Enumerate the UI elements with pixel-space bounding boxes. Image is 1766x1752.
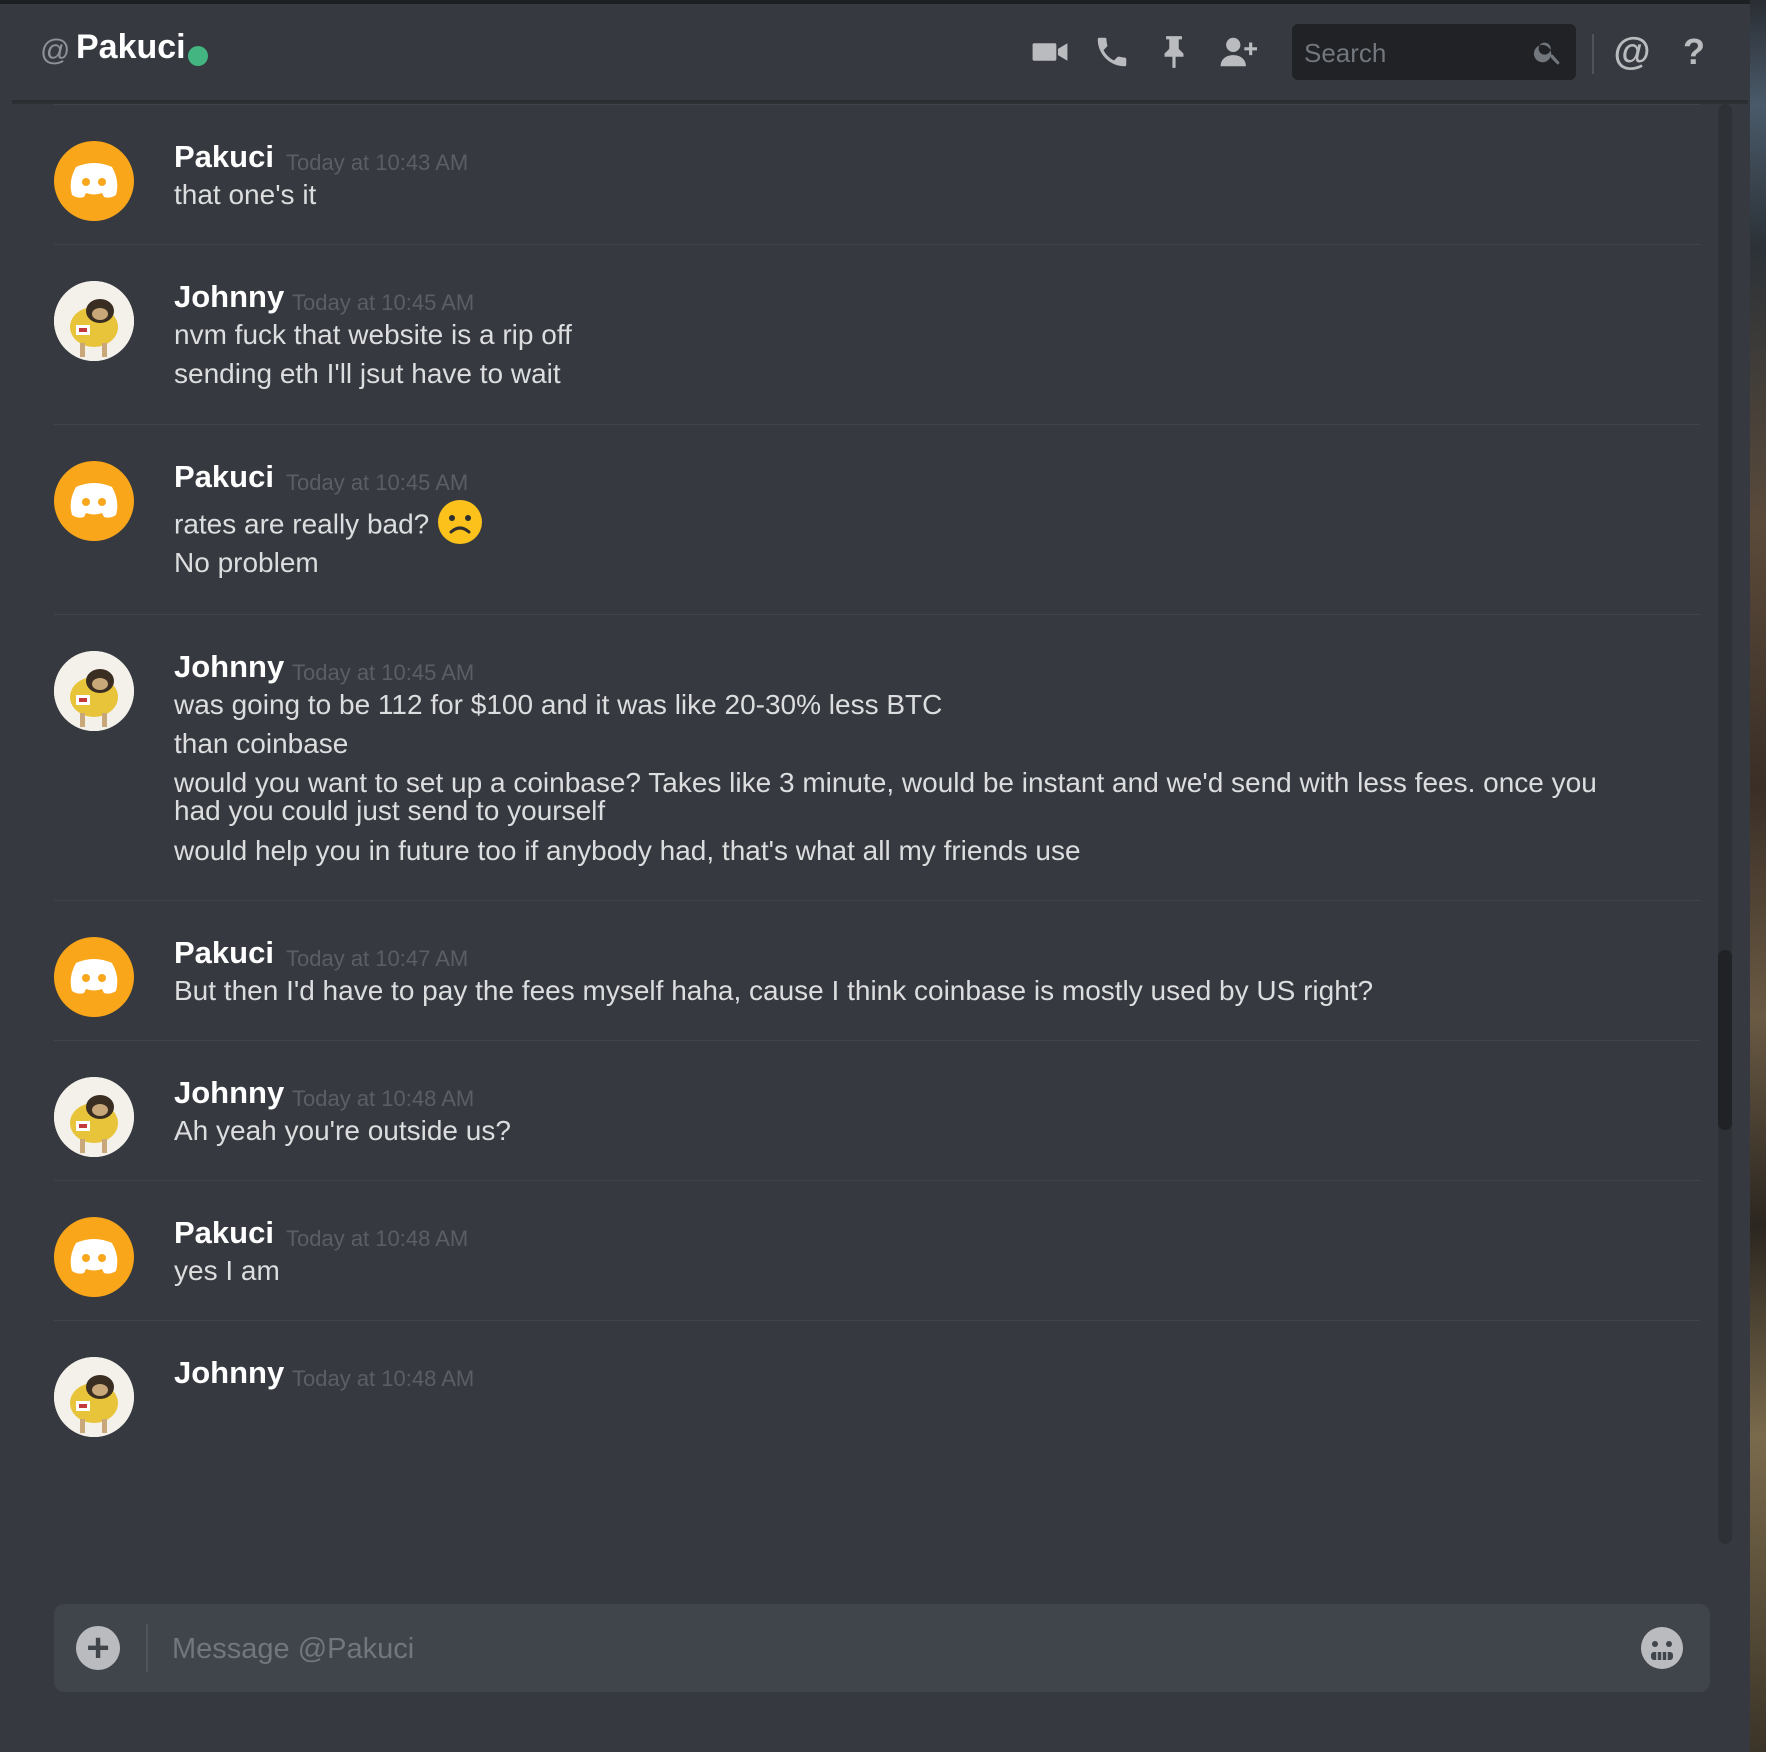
message-text: was going to be 112 for $100 and it was …: [174, 689, 943, 720]
pug-photo-icon: [54, 1077, 134, 1157]
channel-header: @ Pakuci @ ?: [12, 4, 1748, 102]
message-author[interactable]: Johnny: [174, 1355, 284, 1391]
pug-photo-icon: [54, 1357, 134, 1437]
pug-photo-icon: [54, 651, 134, 731]
avatar[interactable]: [54, 1217, 134, 1297]
avatar[interactable]: [54, 937, 134, 1017]
message-author[interactable]: Pakuci: [174, 459, 274, 495]
avatar[interactable]: [54, 281, 134, 361]
message-text: nvm fuck that website is a rip off: [174, 319, 572, 350]
message-text: sending eth I'll jsut have to wait: [174, 358, 561, 389]
scrollbar-thumb[interactable]: [1718, 950, 1732, 1130]
frowning-face-icon[interactable]: [437, 499, 483, 545]
pug-photo-icon: [54, 281, 134, 361]
message-text: that one's it: [174, 179, 317, 210]
search-bar[interactable]: [1292, 24, 1576, 80]
message-input[interactable]: [170, 1622, 1614, 1676]
online-status-indicator: [188, 46, 208, 66]
scrollbar-track[interactable]: [1718, 104, 1732, 1544]
message-text: Ah yeah you're outside us?: [174, 1115, 511, 1146]
voice-call-icon[interactable]: [1092, 32, 1132, 72]
avatar[interactable]: [54, 651, 134, 731]
message-timestamp: Today at 10:45 AM: [292, 290, 475, 315]
message-author[interactable]: Johnny: [174, 1075, 284, 1111]
message-timestamp: Today at 10:48 AM: [292, 1366, 475, 1391]
discord-logo-icon: [70, 1239, 118, 1274]
attach-file-button[interactable]: +: [76, 1626, 120, 1670]
message-author[interactable]: Johnny: [174, 279, 284, 315]
avatar[interactable]: [54, 1357, 134, 1437]
discord-logo-icon: [70, 163, 118, 198]
message-timestamp: Today at 10:47 AM: [286, 946, 469, 971]
avatar[interactable]: [54, 461, 134, 541]
message-group: Pakuci Today at 10:43 AM that one's it: [54, 104, 1700, 245]
message-group: Pakuci Today at 10:45 AM rates are reall…: [54, 424, 1700, 615]
message-timestamp: Today at 10:48 AM: [286, 1226, 469, 1251]
discord-logo-icon: [70, 959, 118, 994]
add-friend-icon[interactable]: [1218, 32, 1258, 72]
message-group: Johnny Today at 10:45 AM nvm fuck that w…: [54, 244, 1700, 425]
message-timestamp: Today at 10:45 AM: [286, 470, 469, 495]
message-text: would help you in future too if anybody …: [174, 835, 1081, 866]
message-timestamp: Today at 10:43 AM: [286, 150, 469, 175]
background-window-peek: [1750, 0, 1766, 1752]
message-group: Johnny Today at 10:48 AM Ah yeah you're …: [54, 1040, 1700, 1181]
message-text: rates are really bad?: [174, 508, 430, 540]
message-group: Johnny Today at 10:45 AM was going to be…: [54, 614, 1700, 901]
dm-chat-window: @ Pakuci @ ? Pak: [0, 0, 1766, 1752]
message-author[interactable]: Johnny: [174, 649, 284, 685]
channel-title[interactable]: Pakuci: [76, 28, 186, 67]
message-group: Pakuci Today at 10:47 AM But then I'd ha…: [54, 900, 1700, 1041]
message-text: But then I'd have to pay the fees myself…: [174, 975, 1374, 1006]
message-text: yes I am: [174, 1255, 280, 1286]
message-group: Johnny Today at 10:48 AM: [54, 1320, 1700, 1461]
header-divider: [1592, 34, 1594, 74]
search-icon[interactable]: [1532, 36, 1564, 68]
search-input[interactable]: [1302, 32, 1526, 74]
message-author[interactable]: Pakuci: [174, 139, 274, 175]
help-icon[interactable]: ?: [1674, 31, 1714, 72]
pin-icon[interactable]: [1154, 32, 1194, 72]
message-text: had you could just send to yourself: [174, 795, 606, 826]
message-timestamp: Today at 10:48 AM: [292, 1086, 475, 1111]
message-timestamp: Today at 10:45 AM: [292, 660, 475, 685]
message-text: No problem: [174, 547, 319, 578]
discord-logo-icon: [70, 483, 118, 518]
message-author[interactable]: Pakuci: [174, 1215, 274, 1251]
composer-divider: [146, 1624, 148, 1672]
video-call-icon[interactable]: [1030, 32, 1070, 72]
plus-icon: +: [86, 1626, 110, 1670]
dm-at-icon: @: [40, 34, 71, 67]
message-text: than coinbase: [174, 728, 349, 759]
message-list[interactable]: Pakuci Today at 10:43 AM that one's it J…: [12, 104, 1718, 1544]
message-text-with-emoji: rates are really bad?: [174, 500, 1654, 549]
avatar[interactable]: [54, 141, 134, 221]
avatar[interactable]: [54, 1077, 134, 1157]
message-group: Pakuci Today at 10:48 AM yes I am: [54, 1180, 1700, 1321]
message-composer[interactable]: +: [54, 1604, 1710, 1692]
emoji-picker-icon[interactable]: [1640, 1626, 1684, 1670]
message-author[interactable]: Pakuci: [174, 935, 274, 971]
mention-icon[interactable]: @: [1612, 31, 1652, 73]
